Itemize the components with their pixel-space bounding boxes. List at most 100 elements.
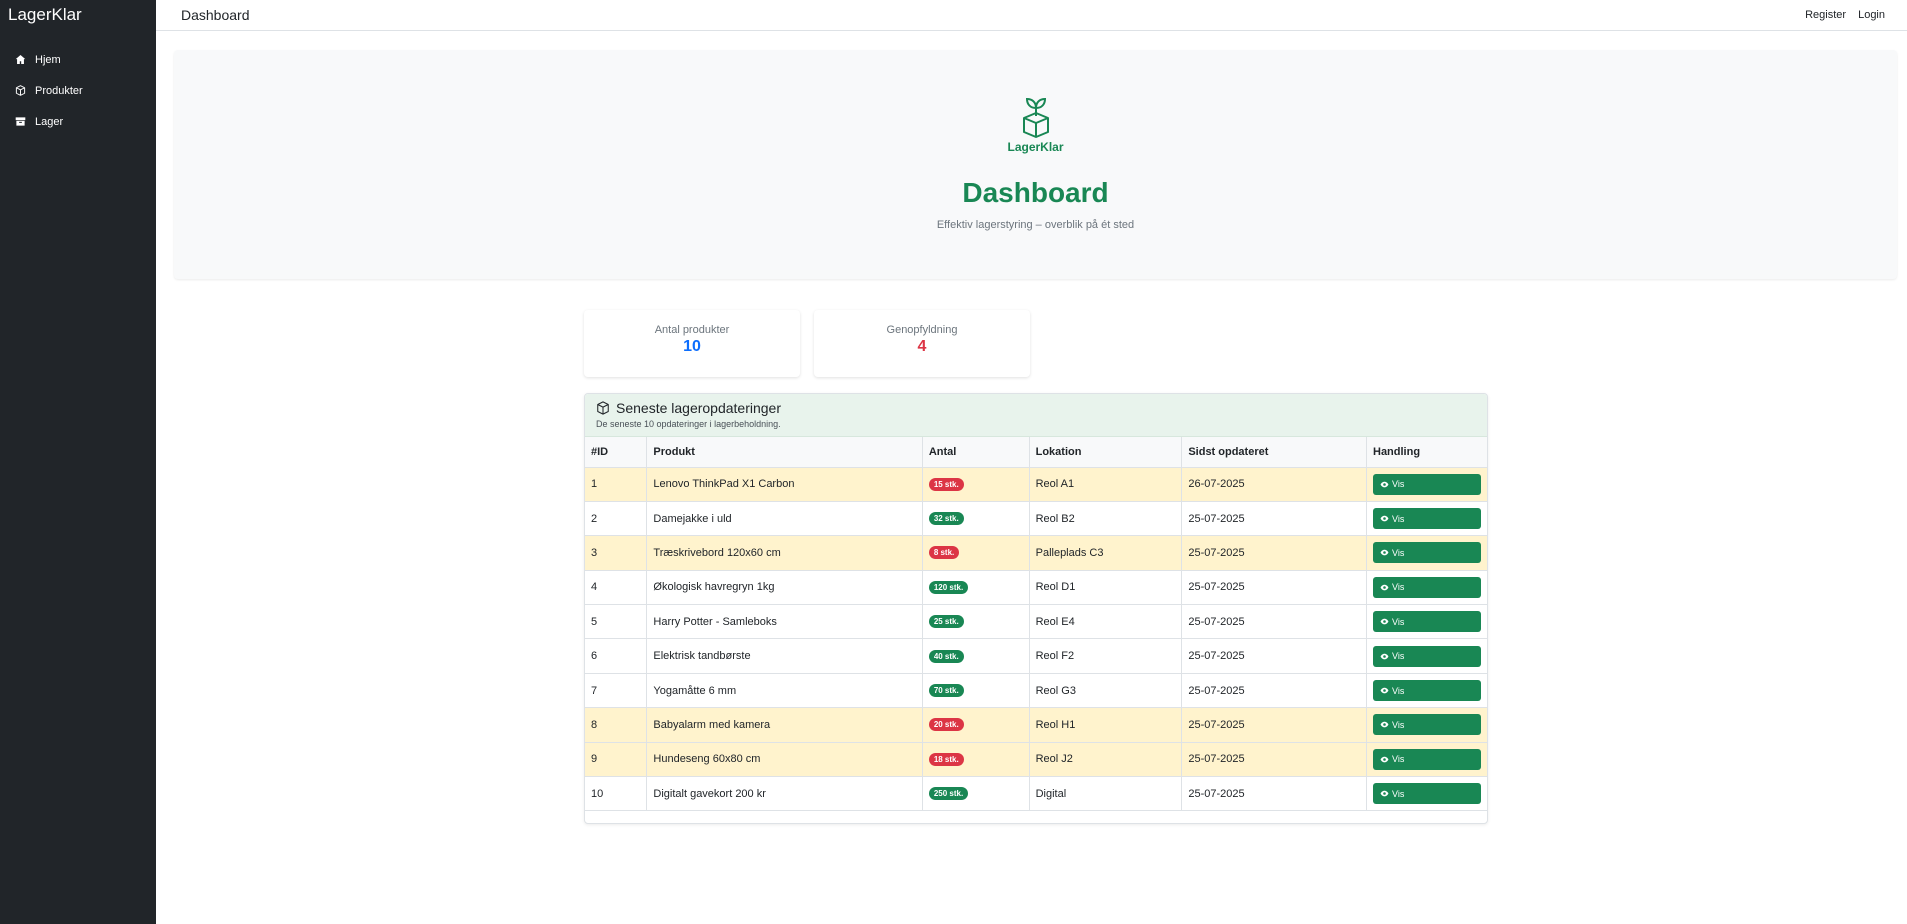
sidebar-item-hjem[interactable]: Hjem (0, 44, 156, 75)
archive-icon (14, 116, 26, 128)
view-button-label: Vis (1392, 685, 1405, 696)
sidebar-item-label: Hjem (35, 53, 61, 66)
cell-id: 10 (585, 776, 648, 812)
cell-quantity: 18 stk. (922, 742, 1030, 778)
cell-product: Træskrivebord 120x60 cm (646, 535, 923, 571)
table-row: 5 Harry Potter - Samleboks 25 stk. Reol E4 2… (585, 604, 1487, 640)
cell-quantity: 25 stk. (922, 604, 1030, 640)
cell-product: Damejakke i uld (646, 501, 923, 537)
view-button[interactable]: Vis (1373, 714, 1481, 736)
cell-product: Lenovo ThinkPad X1 Carbon (646, 467, 923, 502)
cell-action: Vis (1366, 501, 1487, 537)
table-row: 9 Hundeseng 60x80 cm 18 stk. Reol J2 25-07-2… (585, 742, 1487, 778)
quantity-badge: 250 stk. (928, 787, 969, 801)
home-icon (14, 54, 26, 66)
cell-product: Harry Potter - Samleboks (646, 604, 923, 640)
eye-icon (1380, 756, 1389, 763)
view-button[interactable]: Vis (1373, 508, 1481, 530)
view-button-label: Vis (1392, 651, 1405, 662)
column-header: Handling (1366, 437, 1487, 468)
updates-subtitle: De seneste 10 opdateringer i lagerbehold… (596, 419, 781, 429)
table-row: 8 Babyalarm med kamera 20 stk. Reol H1 25-07… (585, 707, 1487, 743)
view-button[interactable]: Vis (1373, 611, 1481, 633)
view-button-label: Vis (1392, 479, 1405, 490)
login-link[interactable]: Login (1858, 9, 1885, 21)
cell-product: Hundeseng 60x80 cm (646, 742, 923, 778)
view-button-label: Vis (1392, 788, 1405, 799)
eye-icon (1380, 515, 1389, 522)
updates-card-header: Seneste lageropdateringer De seneste 10 … (585, 394, 1487, 437)
cell-updated: 25-07-2025 (1181, 570, 1367, 606)
cell-id: 4 (585, 570, 648, 606)
quantity-badge: 15 stk. (928, 477, 964, 491)
view-button-label: Vis (1392, 547, 1405, 558)
table-row: 7 Yogamåtte 6 mm 70 stk. Reol G3 25-07-2025 V… (585, 673, 1487, 709)
view-button[interactable]: Vis (1373, 576, 1481, 598)
stat-card-products: Antal produkter 10 (584, 310, 800, 377)
quantity-badge: 8 stk. (928, 546, 960, 560)
cell-quantity: 15 stk. (922, 467, 1030, 502)
cell-location: Reol B2 (1029, 501, 1183, 537)
box-icon (597, 401, 609, 415)
table-row: 3 Træskrivebord 120x60 cm 8 stk. Palleplads… (585, 535, 1487, 571)
sidebar-item-lager[interactable]: Lager (0, 106, 156, 137)
quantity-badge: 20 stk. (928, 718, 964, 732)
cell-action: Vis (1366, 638, 1487, 674)
cell-id: 6 (585, 638, 648, 674)
stat-value: 4 (917, 338, 927, 355)
cell-updated: 25-07-2025 (1181, 742, 1367, 778)
register-link[interactable]: Register (1805, 9, 1846, 21)
stat-label: Genopfyldning (886, 324, 958, 336)
view-button[interactable]: Vis (1373, 645, 1481, 667)
hero-banner: LagerKlar Dashboard Effektiv lagerstyrin… (174, 50, 1897, 279)
cell-id: 7 (585, 673, 648, 709)
cell-product: Elektrisk tandbørste (646, 638, 923, 674)
updates-title: Seneste lageropdateringer (616, 400, 782, 416)
view-button-label: Vis (1392, 616, 1405, 627)
cell-action: Vis (1366, 535, 1487, 571)
view-button[interactable]: Vis (1373, 473, 1481, 495)
table-row: 6 Elektrisk tandbørste 40 stk. Reol F2 25-07… (585, 638, 1487, 674)
cell-action: Vis (1366, 570, 1487, 606)
cell-action: Vis (1366, 707, 1487, 743)
table-row: 1 Lenovo ThinkPad X1 Carbon 15 stk. Reol A1… (585, 467, 1487, 502)
quantity-badge: 40 stk. (928, 649, 964, 663)
updates-card: Seneste lageropdateringer De seneste 10 … (584, 393, 1488, 824)
stat-card-restock: Genopfyldning 4 (814, 310, 1030, 377)
table-header-row: #ID Produkt Antal Lokation Sidst opdater… (585, 437, 1487, 468)
cell-action: Vis (1366, 776, 1487, 812)
eye-icon (1380, 687, 1389, 694)
cell-id: 9 (585, 742, 648, 778)
eye-icon (1380, 618, 1389, 625)
quantity-badge: 25 stk. (928, 615, 964, 629)
sidebar-nav: Hjem Produkter Lager (0, 44, 156, 137)
cell-location: Reol H1 (1029, 707, 1183, 743)
cell-location: Reol G3 (1029, 673, 1183, 709)
page-title: Dashboard (181, 7, 250, 23)
sidebar-item-produkter[interactable]: Produkter (0, 75, 156, 106)
eye-icon (1380, 481, 1389, 487)
cell-location: Digital (1029, 776, 1183, 812)
brand-title[interactable]: LagerKlar (0, 0, 156, 30)
column-header: Antal (922, 437, 1030, 468)
cell-location: Reol D1 (1029, 570, 1183, 606)
cell-updated: 25-07-2025 (1181, 501, 1367, 537)
view-button[interactable]: Vis (1373, 542, 1481, 564)
cell-updated: 25-07-2025 (1181, 535, 1367, 571)
cell-updated: 25-07-2025 (1181, 604, 1367, 640)
cell-location: Reol E4 (1029, 604, 1183, 640)
view-button-label: Vis (1392, 754, 1405, 765)
cell-action: Vis (1366, 604, 1487, 640)
eye-icon (1380, 550, 1389, 556)
view-button[interactable]: Vis (1373, 680, 1481, 702)
column-header: #ID (585, 437, 648, 468)
cell-id: 5 (585, 604, 648, 640)
view-button[interactable]: Vis (1373, 783, 1481, 805)
view-button[interactable]: Vis (1373, 748, 1481, 770)
eye-icon (1380, 584, 1389, 591)
cell-location: Reol A1 (1029, 467, 1183, 502)
cell-updated: 25-07-2025 (1181, 776, 1367, 812)
hero-subtitle: Effektiv lagerstyring – overblik på ét s… (936, 219, 1135, 231)
cell-quantity: 70 stk. (922, 673, 1030, 709)
cell-id: 1 (585, 467, 648, 502)
